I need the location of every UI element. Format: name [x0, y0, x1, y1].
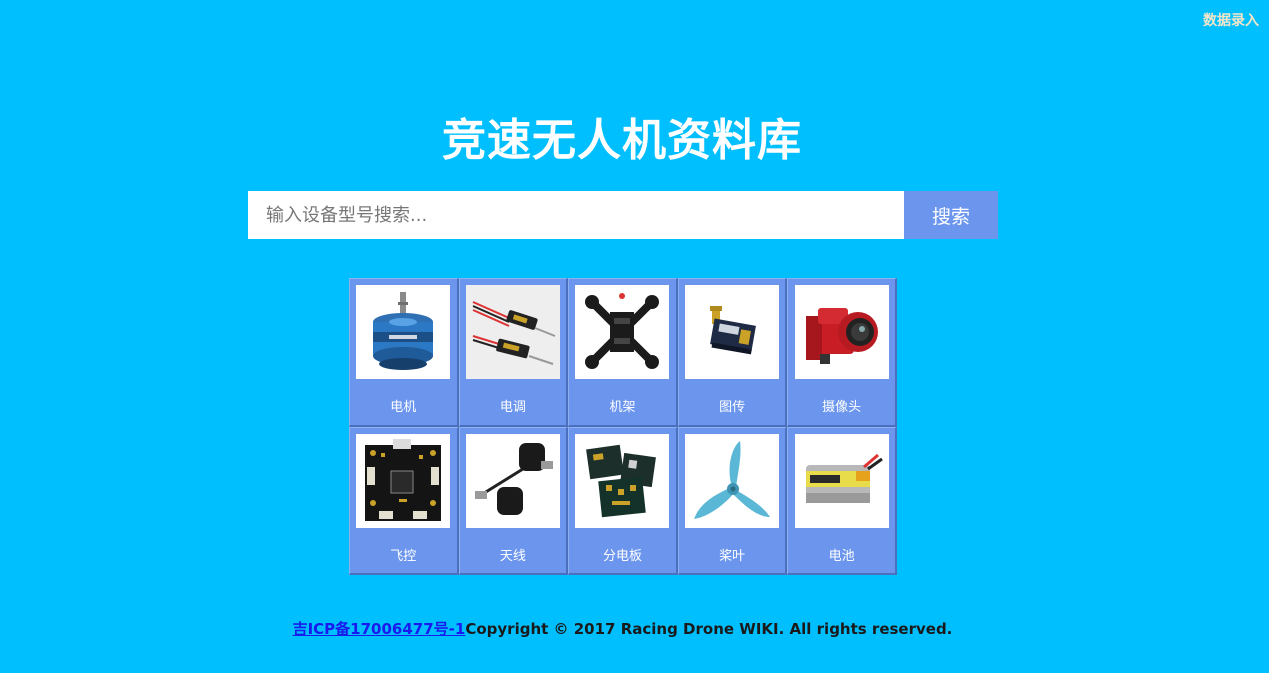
search-input[interactable]	[248, 191, 904, 239]
category-grid: 电机 电调 机架 图传 摄像头 飞控 天线 分电板 桨叶 电池	[349, 278, 897, 575]
category-tile-esc[interactable]: 电调	[458, 278, 569, 427]
icp-link[interactable]: 吉ICP备17006477号-1	[293, 620, 466, 638]
search-bar: 搜索	[248, 191, 998, 239]
category-tile-pdb[interactable]: 分电板	[568, 426, 678, 575]
propeller-image	[685, 433, 780, 528]
footer: 吉ICP备17006477号-1Copyright © 2017 Racing …	[0, 618, 1245, 639]
category-label: 桨叶	[719, 548, 746, 564]
copyright-text: Copyright © 2017 Racing Drone WIKI. All …	[465, 620, 953, 638]
camera-image	[794, 285, 889, 379]
category-label: 电机	[390, 400, 417, 415]
frame-image	[575, 285, 670, 379]
antenna-image	[465, 433, 560, 528]
category-label: 飞控	[390, 548, 417, 564]
vtx-image	[685, 285, 780, 379]
esc-image	[465, 285, 560, 379]
category-tile-frame[interactable]: 机架	[568, 278, 678, 427]
category-label: 摄像头	[822, 400, 862, 415]
category-tile-vtx[interactable]: 图传	[677, 278, 788, 427]
motor-image	[356, 285, 451, 379]
category-tile-motor[interactable]: 电机	[349, 278, 459, 427]
battery-image	[794, 433, 889, 528]
category-label: 分电板	[602, 548, 642, 564]
data-entry-link[interactable]: 数据录入	[1203, 10, 1259, 30]
category-label: 天线	[499, 548, 526, 564]
category-label: 机架	[609, 400, 636, 415]
page: 数据录入 竞速无人机资料库 搜索 电机	[0, 0, 1269, 673]
category-tile-battery[interactable]: 电池	[787, 426, 897, 575]
category-label: 电调	[499, 400, 526, 415]
page-title: 竞速无人机资料库	[442, 115, 802, 166]
category-tile-flight-controller[interactable]: 飞控	[349, 426, 459, 575]
pdb-image	[575, 433, 670, 528]
category-tile-propeller[interactable]: 桨叶	[677, 426, 788, 575]
category-tile-antenna[interactable]: 天线	[458, 426, 569, 575]
category-label: 图传	[719, 400, 746, 415]
flight-controller-image	[356, 433, 451, 528]
search-button[interactable]: 搜索	[904, 191, 998, 239]
category-label: 电池	[828, 548, 855, 564]
category-tile-camera[interactable]: 摄像头	[787, 278, 897, 427]
